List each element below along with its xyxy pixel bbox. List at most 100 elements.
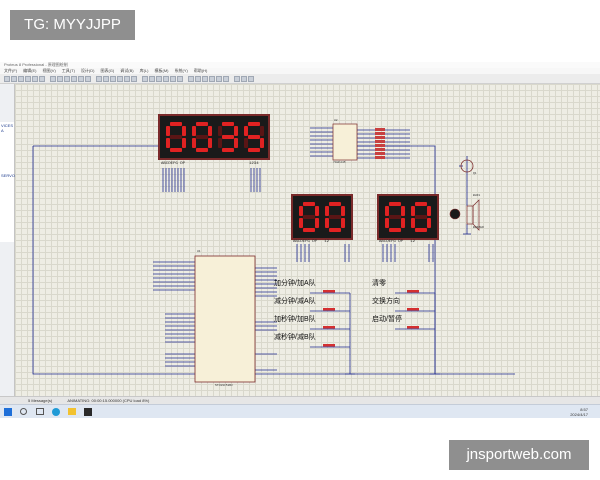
segment-a [248,122,260,126]
clock-date: 2024/4/17 [570,412,588,417]
toolbar-button[interactable] [163,76,169,82]
toolbar-separator [92,76,95,82]
u1-ref: U1 [197,250,201,253]
toolbar-button[interactable] [25,76,31,82]
segment-g [303,215,315,219]
toolbar-button[interactable] [234,76,240,82]
toolbar-button[interactable] [223,76,229,82]
toolbar-button[interactable] [110,76,116,82]
toolbar-button[interactable] [4,76,10,82]
toolbar-button[interactable] [209,76,215,82]
segment-a [329,202,341,206]
segment-e [385,218,389,228]
toolbar-button[interactable] [71,76,77,82]
taskview-icon[interactable] [36,408,44,415]
device-item[interactable]: SERVO [1,173,15,178]
segment-d [303,228,315,232]
edge-icon[interactable] [52,408,60,416]
toolbar-button[interactable] [149,76,155,82]
btn-label-add-sec-b[interactable]: 加秒钟/加B队 [274,314,316,324]
toolbar-button[interactable] [131,76,137,82]
u1-left-wires [153,261,195,367]
left-score-digits [299,202,345,232]
segment-c [427,218,431,228]
toolbar-button[interactable] [124,76,130,82]
main-display-pins-right: 1234 [249,162,259,166]
right-score-display [377,194,439,240]
toolbar-button[interactable] [11,76,17,82]
segment-f [411,206,415,216]
explorer-icon[interactable] [68,408,76,415]
segment-g [248,135,260,139]
segment-d [170,148,182,152]
toolbar-button[interactable] [248,76,254,82]
segment-c [260,138,264,148]
toolbar-button[interactable] [170,76,176,82]
segment-a [415,202,427,206]
segment-d [329,228,341,232]
toolbar-separator [46,76,49,82]
watermark-tag: TG: MYYJJPP [10,10,135,40]
toolbar-button[interactable] [78,76,84,82]
toolbar-button[interactable] [117,76,123,82]
u2-part: 74HC245 [333,161,346,164]
segment-e [244,138,248,148]
tray-clock[interactable]: 8:57 2024/4/17 [570,407,588,417]
watermark-site: jnsportweb.com [449,440,589,470]
toolbar-button[interactable] [32,76,38,82]
segment-b [427,206,431,216]
toolbar-button[interactable] [39,76,45,82]
segment-e [325,218,329,228]
segment-e [166,138,170,148]
toolbar-button[interactable] [64,76,70,82]
segment-f [385,206,389,216]
u1-part: STC89C52RC [215,384,234,387]
left-score-pins: ABCDEFG DP 12 [293,240,330,244]
btn-label-sub-sec-b[interactable]: 减秒钟/减B队 [274,332,316,342]
segment-g [170,135,182,139]
segment-a [303,202,315,206]
left-score-display [291,194,353,240]
segment-b [208,126,212,136]
btn-label-start-pause[interactable]: 启动/暂停 [372,314,402,324]
u2-wires [310,127,410,159]
btn-label-clear[interactable]: 清零 [372,278,386,288]
toolbar-separator [184,76,187,82]
search-icon[interactable] [20,408,27,415]
toolbar-button[interactable] [195,76,201,82]
devices-panel[interactable]: VICES A SERVO [0,122,15,242]
toolbar-button[interactable] [57,76,63,82]
toolbar-button[interactable] [241,76,247,82]
proteus-taskbar-icon[interactable] [84,408,92,416]
toolbar-button[interactable] [216,76,222,82]
buzzer-symbol [449,208,461,220]
toolbar-button[interactable] [177,76,183,82]
toolbar-button[interactable] [156,76,162,82]
toolbar-button[interactable] [50,76,56,82]
toolbar-button[interactable] [202,76,208,82]
segment-c [234,138,238,148]
messages-count[interactable]: 5 Message(s) [28,398,52,403]
btn-label-add-min-a[interactable]: 加分钟/加A队 [274,278,316,288]
btn-label-sub-min-a[interactable]: 减分钟/减A队 [274,296,316,306]
schematic-canvas[interactable]: ABCDEFG DP 1234 ABCDEFG DP 12 ABCDEFG DP… [15,84,600,396]
segment-g [196,135,208,139]
segment-a [170,122,182,126]
windows-taskbar: 8:57 2024/4/17 [0,404,600,418]
toolbar-button[interactable] [18,76,24,82]
toolbar-button[interactable] [188,76,194,82]
toolbar-button[interactable] [85,76,91,82]
u2-ref: U2 [334,119,338,122]
toolbar-button[interactable] [142,76,148,82]
toolbar-separator [230,76,233,82]
simulation-status: ANIMATING: 00:00:15.000000 (CPU load 8%) [67,398,150,403]
segment-d [415,228,427,232]
toolbar-button[interactable] [103,76,109,82]
segment-a [222,122,234,126]
btn-label-swap[interactable]: 交换方向 [372,296,400,306]
start-icon[interactable] [4,408,12,416]
toolbar [0,74,600,84]
segment-c [182,138,186,148]
toolbar-button[interactable] [96,76,102,82]
segment-b [341,206,345,216]
